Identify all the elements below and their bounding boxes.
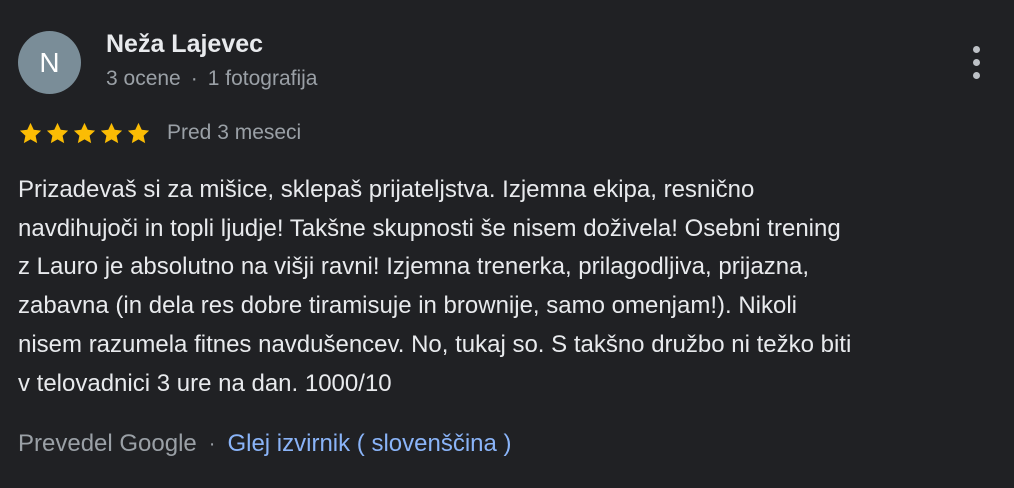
see-original-link[interactable]: Glej izvirnik ( slovenščina )	[227, 430, 511, 458]
review-text-line: Prizadevaš si za mišice, sklepaš prijate…	[18, 176, 755, 203]
review-text-line: zabavna (in dela res dobre tiramisuje in…	[18, 292, 798, 320]
more-vert-icon-dot	[972, 58, 980, 66]
star-icon	[100, 122, 123, 143]
author-meta: 3 ocene · 1 fotografija	[106, 67, 317, 91]
review-text: Prizadevaš si za mišice, sklepaš prijate…	[18, 171, 998, 403]
photos-count: 1 fotografija	[207, 67, 318, 90]
translated-by-label: Prevedel Google	[18, 430, 197, 457]
avatar-initial: N	[39, 46, 60, 78]
avatar[interactable]: N	[18, 31, 81, 94]
translation-row: Prevedel Google · Glej izvirnik ( sloven…	[18, 430, 512, 458]
more-vert-icon-dot	[972, 71, 980, 79]
star-icon	[73, 122, 96, 143]
review-text-line: z Lauro je absolutno na višji ravni! Izj…	[18, 253, 810, 281]
review-text-line: navdihujoči in topli ljudje! Takšne skup…	[18, 214, 841, 242]
star-rating	[18, 121, 151, 146]
more-vert-icon-dot	[972, 45, 980, 53]
review-card: N Neža Lajevec 3 ocene · 1 fotografija Pre…	[0, 0, 1014, 488]
star-icon	[46, 122, 69, 143]
star-icon	[19, 122, 42, 143]
review-text-line: v telovadnici 3 ure na dan. 1000/10	[18, 369, 392, 397]
review-date: Pred 3 meseci	[167, 121, 302, 144]
reviews-count: 3 ocene	[106, 67, 181, 90]
review-text-line: nisem razumela fitnes navdušencev. No, t…	[18, 330, 852, 358]
translation-separator: ·	[208, 432, 216, 455]
author-name[interactable]: Neža Lajevec	[106, 30, 263, 59]
meta-separator: ·	[190, 67, 198, 90]
rating-row: Pred 3 meseci	[18, 118, 301, 148]
star-icon	[127, 122, 150, 143]
more-options-button[interactable]	[958, 40, 994, 84]
